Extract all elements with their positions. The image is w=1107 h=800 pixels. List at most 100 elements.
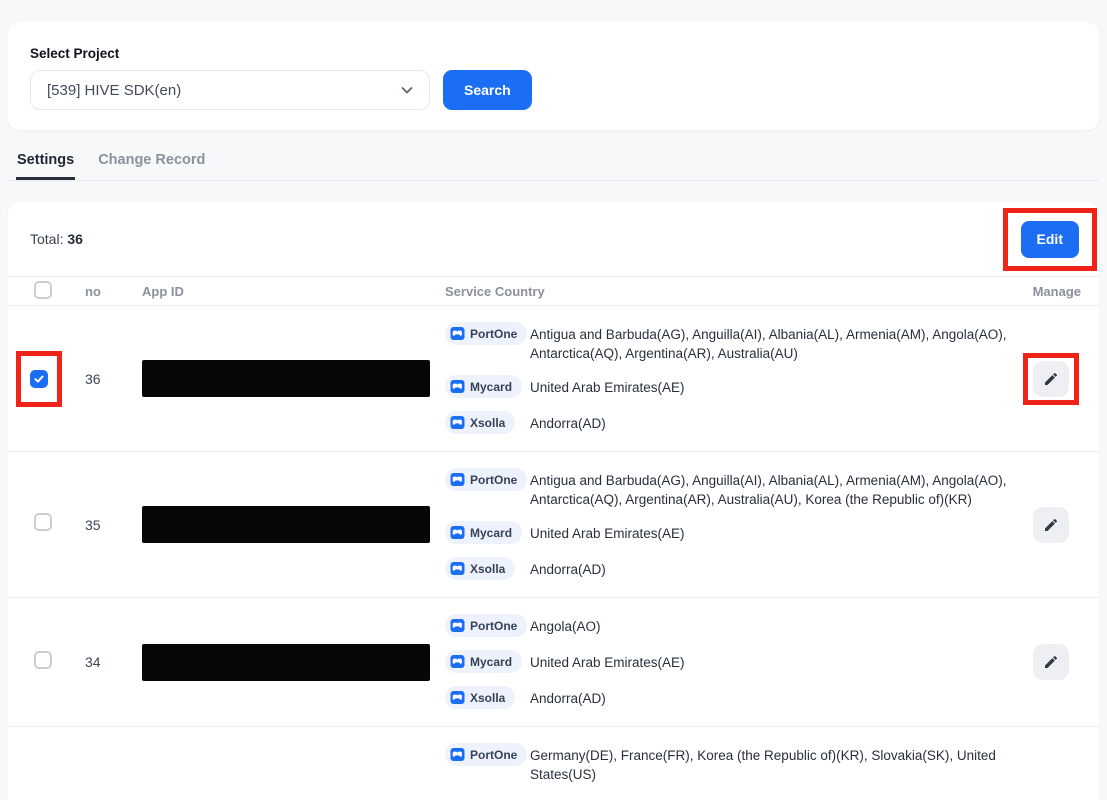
pencil-icon bbox=[1043, 654, 1059, 670]
gamepad-icon bbox=[450, 747, 465, 762]
edit-row-button[interactable] bbox=[1033, 361, 1069, 397]
country-list: Andorra(AD) bbox=[530, 557, 606, 579]
provider-name: Mycard bbox=[470, 380, 512, 394]
gamepad-icon bbox=[450, 415, 465, 430]
provider-name: PortOne bbox=[470, 619, 517, 633]
manage-button-highlight bbox=[1023, 353, 1079, 405]
provider-badge: Mycard bbox=[445, 521, 522, 544]
country-list: United Arab Emirates(AE) bbox=[530, 375, 685, 397]
tab-bar: Settings Change Record bbox=[8, 152, 1099, 181]
edit-button-highlight: Edit bbox=[1003, 208, 1097, 271]
provider-badge: Xsolla bbox=[445, 557, 515, 580]
check-icon bbox=[33, 373, 45, 385]
service-entry: Xsolla Andorra(AD) bbox=[445, 557, 1021, 581]
column-header-manage: Manage bbox=[1033, 284, 1081, 299]
pencil-icon bbox=[1043, 371, 1059, 387]
column-header-app-id: App ID bbox=[142, 284, 445, 299]
provider-name: PortOne bbox=[470, 473, 517, 487]
project-controls: [539] HIVE SDK(en) Search bbox=[30, 70, 1077, 110]
search-button[interactable]: Search bbox=[443, 70, 532, 110]
provider-badge: Mycard bbox=[445, 650, 522, 673]
provider-badge: PortOne bbox=[445, 468, 527, 491]
total-value: 36 bbox=[67, 231, 83, 247]
gamepad-icon bbox=[450, 379, 465, 394]
provider-name: Xsolla bbox=[470, 416, 505, 430]
table-row: 34 PortOne Angola(AO) Mycard United Arab… bbox=[8, 598, 1099, 727]
app-id-redacted bbox=[142, 644, 430, 681]
table-row: PortOne Germany(DE), France(FR), Korea (… bbox=[8, 727, 1099, 800]
select-all-checkbox[interactable] bbox=[34, 281, 52, 299]
provider-badge: Xsolla bbox=[445, 686, 515, 709]
country-list: United Arab Emirates(AE) bbox=[530, 650, 685, 672]
country-list: Angola(AO) bbox=[530, 614, 601, 636]
edit-button[interactable]: Edit bbox=[1021, 221, 1079, 258]
row-number: 34 bbox=[85, 654, 142, 670]
provider-name: PortOne bbox=[470, 327, 517, 341]
gamepad-icon bbox=[450, 618, 465, 633]
row-number: 35 bbox=[85, 517, 142, 533]
gamepad-icon bbox=[450, 326, 465, 341]
service-country-cell: PortOne Germany(DE), France(FR), Korea (… bbox=[445, 727, 1021, 800]
service-entry: PortOne Germany(DE), France(FR), Korea (… bbox=[445, 743, 1021, 784]
chevron-down-icon bbox=[399, 82, 415, 98]
service-entry: PortOne Antigua and Barbuda(AG), Anguill… bbox=[445, 322, 1021, 363]
pencil-icon bbox=[1043, 517, 1059, 533]
table-header: no App ID Service Country Manage bbox=[8, 276, 1099, 306]
column-header-no: no bbox=[85, 284, 142, 299]
project-select-panel: Select Project [539] HIVE SDK(en) Search bbox=[8, 22, 1099, 130]
table-toolbar: Total: 36 Edit bbox=[8, 202, 1099, 276]
select-project-label: Select Project bbox=[30, 46, 1077, 61]
country-list: Antigua and Barbuda(AG), Anguilla(AI), A… bbox=[530, 468, 1010, 509]
settings-table-panel: Total: 36 Edit no App ID Service Country… bbox=[8, 202, 1099, 800]
gamepad-icon bbox=[450, 525, 465, 540]
service-entry: PortOne Angola(AO) bbox=[445, 614, 1021, 638]
row-checkbox[interactable] bbox=[34, 513, 52, 531]
project-select-value: [539] HIVE SDK(en) bbox=[47, 82, 181, 99]
provider-badge: PortOne bbox=[445, 743, 527, 766]
page: Select Project [539] HIVE SDK(en) Search… bbox=[0, 0, 1107, 800]
provider-badge: PortOne bbox=[445, 322, 527, 345]
service-entry: Mycard United Arab Emirates(AE) bbox=[445, 375, 1021, 399]
provider-badge: Mycard bbox=[445, 375, 522, 398]
table-row: 35 PortOne Antigua and Barbuda(AG), Angu… bbox=[8, 452, 1099, 598]
service-country-cell: PortOne Antigua and Barbuda(AG), Anguill… bbox=[445, 306, 1021, 451]
gamepad-icon bbox=[450, 472, 465, 487]
provider-name: Xsolla bbox=[470, 691, 505, 705]
service-country-cell: PortOne Angola(AO) Mycard United Arab Em… bbox=[445, 598, 1021, 726]
gamepad-icon bbox=[450, 561, 465, 576]
edit-row-button[interactable] bbox=[1033, 507, 1069, 543]
tab-settings[interactable]: Settings bbox=[16, 152, 75, 180]
provider-name: Xsolla bbox=[470, 562, 505, 576]
country-list: Andorra(AD) bbox=[530, 686, 606, 708]
row-checkbox-highlight bbox=[16, 351, 62, 407]
column-header-service-country: Service Country bbox=[445, 284, 1021, 299]
provider-name: PortOne bbox=[470, 748, 517, 762]
country-list: United Arab Emirates(AE) bbox=[530, 521, 685, 543]
table-row: 36 PortOne Antigua and Barbuda(AG), Angu… bbox=[8, 306, 1099, 452]
provider-badge: Xsolla bbox=[445, 411, 515, 434]
service-entry: PortOne Antigua and Barbuda(AG), Anguill… bbox=[445, 468, 1021, 509]
gamepad-icon bbox=[450, 654, 465, 669]
total-count: Total: 36 bbox=[30, 231, 83, 247]
provider-badge: PortOne bbox=[445, 614, 527, 637]
provider-name: Mycard bbox=[470, 655, 512, 669]
tab-change-record[interactable]: Change Record bbox=[97, 152, 206, 180]
service-entry: Mycard United Arab Emirates(AE) bbox=[445, 521, 1021, 545]
service-country-cell: PortOne Antigua and Barbuda(AG), Anguill… bbox=[445, 452, 1021, 597]
app-id-redacted bbox=[142, 506, 430, 543]
country-list: Germany(DE), France(FR), Korea (the Repu… bbox=[530, 743, 1010, 784]
total-label: Total: bbox=[30, 231, 63, 247]
app-id-redacted bbox=[142, 360, 430, 397]
service-entry: Xsolla Andorra(AD) bbox=[445, 411, 1021, 435]
service-entry: Mycard United Arab Emirates(AE) bbox=[445, 650, 1021, 674]
country-list: Antigua and Barbuda(AG), Anguilla(AI), A… bbox=[530, 322, 1010, 363]
row-checkbox[interactable] bbox=[30, 370, 48, 388]
row-number: 36 bbox=[85, 371, 142, 387]
country-list: Andorra(AD) bbox=[530, 411, 606, 433]
gamepad-icon bbox=[450, 690, 465, 705]
project-select[interactable]: [539] HIVE SDK(en) bbox=[30, 70, 430, 110]
row-checkbox[interactable] bbox=[34, 651, 52, 669]
provider-name: Mycard bbox=[470, 526, 512, 540]
service-entry: Xsolla Andorra(AD) bbox=[445, 686, 1021, 710]
edit-row-button[interactable] bbox=[1033, 644, 1069, 680]
